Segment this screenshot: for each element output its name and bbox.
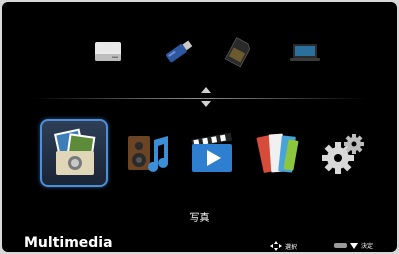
photo-icon bbox=[53, 128, 96, 175]
documents-icon bbox=[256, 133, 299, 173]
sd-card-icon[interactable] bbox=[218, 32, 258, 72]
page-title: Multimedia bbox=[24, 235, 113, 251]
music-app[interactable] bbox=[116, 122, 180, 186]
multimedia-screen: 写真 Multimedia 選択 決定 bbox=[2, 2, 397, 252]
video-app[interactable] bbox=[180, 122, 244, 186]
enter-button-icon bbox=[334, 243, 347, 248]
enter-hint: 決定 bbox=[334, 241, 373, 250]
photo-app[interactable] bbox=[40, 119, 108, 187]
select-hint: 選択 bbox=[270, 241, 297, 251]
usb-stick-icon[interactable] bbox=[158, 32, 198, 72]
settings-app[interactable] bbox=[312, 122, 376, 186]
video-icon bbox=[191, 132, 233, 172]
music-icon bbox=[128, 136, 169, 172]
down-arrow-icon bbox=[350, 242, 358, 249]
network-pc-icon[interactable] bbox=[284, 32, 324, 72]
hard-drive-icon[interactable] bbox=[88, 32, 128, 72]
select-hint-label: 選択 bbox=[285, 243, 298, 251]
documents-app[interactable] bbox=[246, 122, 310, 186]
enter-hint-label: 決定 bbox=[361, 243, 374, 250]
selected-item-caption: 写真 bbox=[189, 213, 210, 224]
dpad-icon bbox=[270, 241, 282, 251]
gear-icon bbox=[322, 134, 364, 174]
up-down-arrow-icon bbox=[198, 84, 214, 110]
